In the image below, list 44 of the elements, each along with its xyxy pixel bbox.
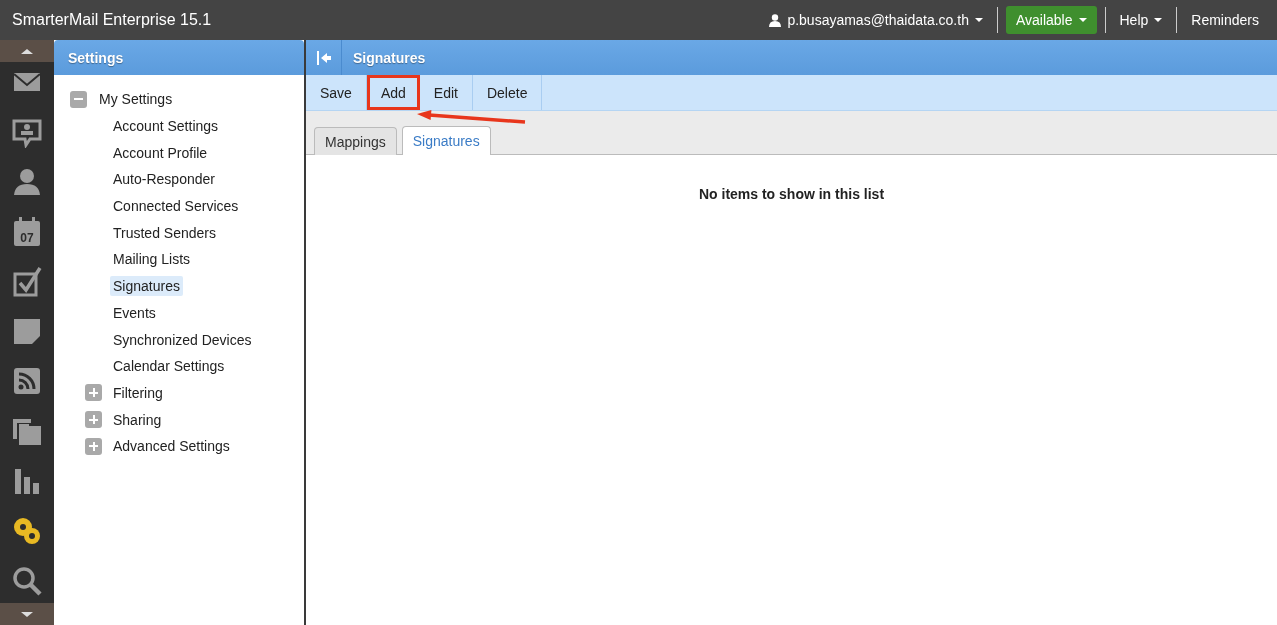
reminders-button[interactable]: Reminders [1177, 6, 1277, 34]
tree-item[interactable]: My Settings [96, 89, 176, 110]
toolbar-button[interactable]: Save [306, 75, 367, 110]
tree-item[interactable]: Advanced Settings [110, 436, 233, 457]
search-icon[interactable] [11, 564, 43, 597]
collapse-toggle[interactable] [70, 90, 87, 108]
tree-item[interactable]: Trusted Senders [110, 222, 219, 243]
tab[interactable]: Signatures [401, 126, 491, 155]
caret-icon [21, 48, 33, 54]
expand-toggle[interactable] [85, 384, 102, 402]
expand-toggle[interactable] [85, 437, 102, 455]
tree-item[interactable]: Account Profile [110, 142, 211, 163]
tree-item[interactable]: Calendar Settings [110, 356, 228, 377]
checkbox-icon[interactable] [11, 265, 43, 298]
caret-icon [974, 18, 983, 22]
empty-message: No items to show in this list [698, 186, 885, 203]
tree-item[interactable]: Signatures [110, 276, 183, 297]
tab[interactable]: Mappings [314, 127, 397, 155]
tree-item[interactable]: Auto-Responder [110, 169, 218, 190]
status-button[interactable]: Available [1005, 6, 1097, 34]
tree-item[interactable]: Filtering [110, 382, 166, 403]
panel-title: Settings [54, 40, 304, 75]
toolbar-button[interactable]: Delete [472, 75, 543, 110]
expand-toggle[interactable] [85, 411, 102, 429]
help-menu[interactable]: Help [1105, 6, 1177, 34]
user-icon [769, 13, 782, 27]
caret-icon [21, 611, 33, 617]
tree-item[interactable]: Events [110, 302, 159, 323]
scroll-down-button[interactable] [0, 603, 54, 625]
tree-item[interactable]: Sharing [110, 409, 165, 430]
user-menu[interactable]: p.busayamas@thaidata.co.th [755, 6, 997, 34]
tree-item[interactable]: Account Settings [110, 116, 222, 137]
toolbar-button[interactable]: Edit [419, 75, 473, 110]
caret-icon [1154, 18, 1163, 22]
toolbar-button[interactable]: Add [366, 75, 420, 110]
caret-icon [1078, 18, 1087, 22]
tree-item[interactable]: Synchronized Devices [110, 329, 255, 350]
panel-title: Signatures [352, 49, 426, 66]
collapse-icon [316, 50, 331, 65]
app-title: SmarterMail Enterprise 15.1 [11, 11, 213, 29]
tree-item[interactable]: Connected Services [110, 196, 242, 217]
settings-icon[interactable] [11, 515, 43, 547]
tree-item[interactable]: Mailing Lists [110, 249, 194, 270]
scroll-up-button[interactable] [0, 40, 54, 62]
